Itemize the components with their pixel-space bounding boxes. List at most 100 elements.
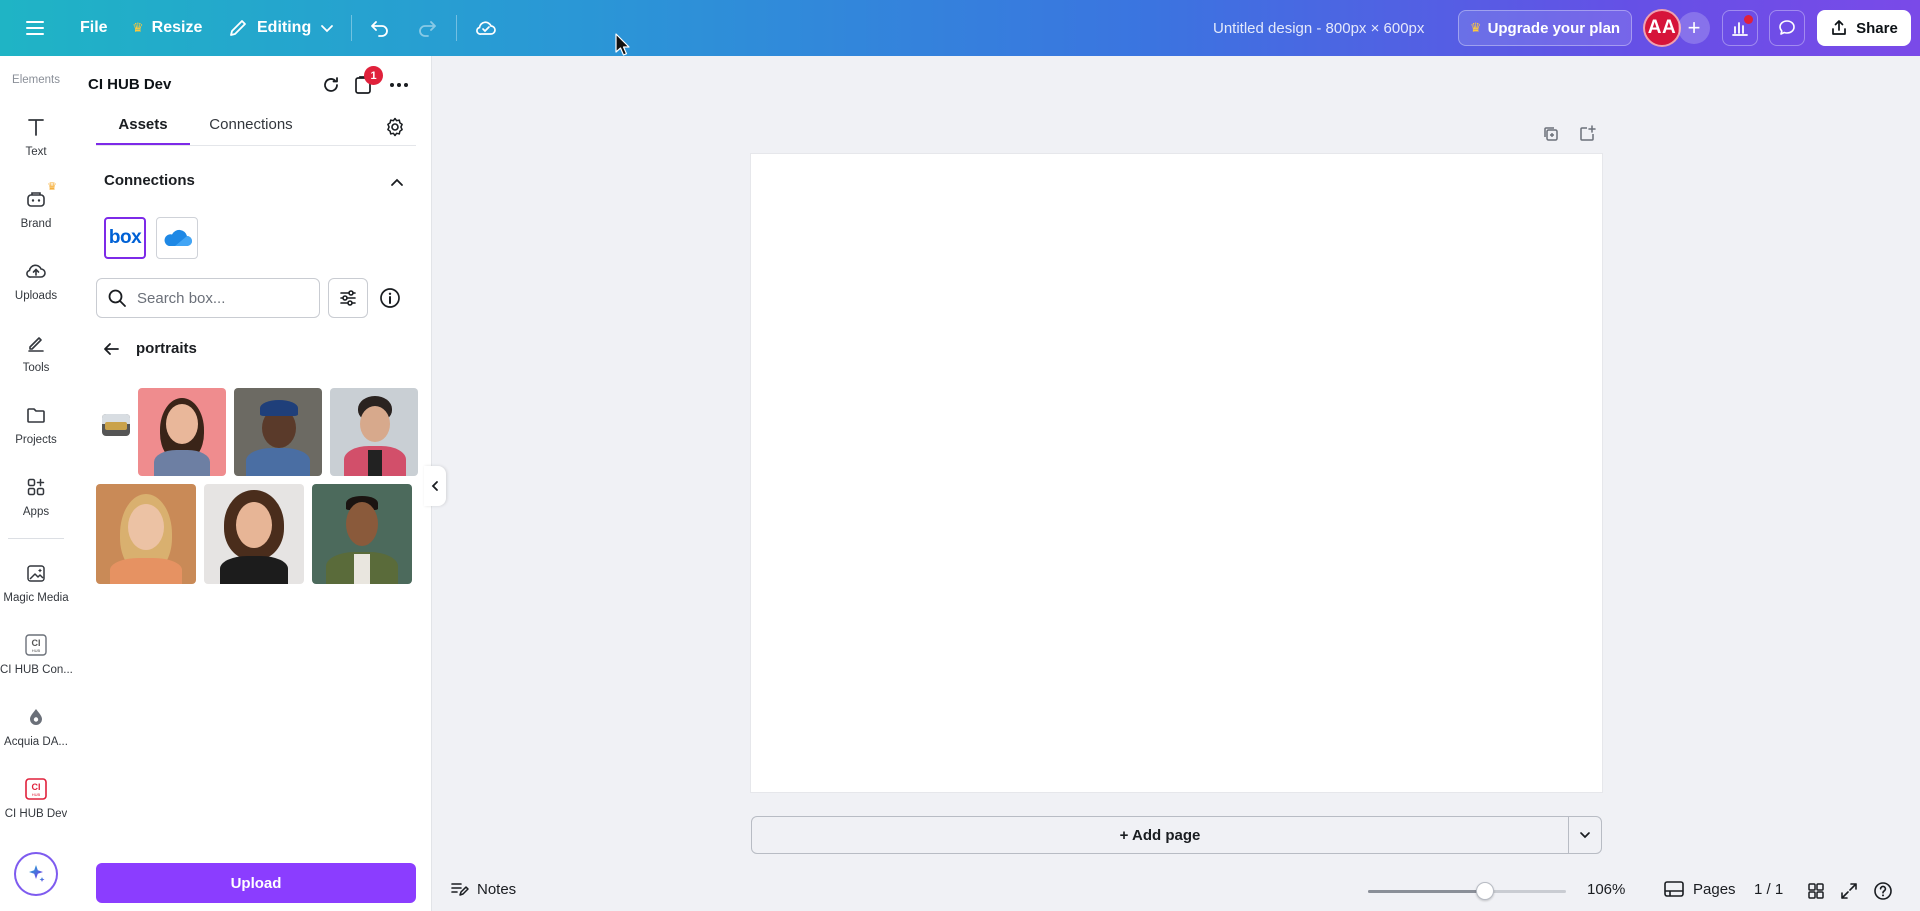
more-horizontal-icon (390, 83, 408, 87)
chevron-down-icon (1580, 832, 1590, 839)
design-page-canvas[interactable] (751, 154, 1602, 792)
expand-icon (1841, 883, 1857, 899)
filter-button[interactable] (328, 278, 368, 318)
collapse-connections-button[interactable] (386, 172, 408, 194)
pages-button[interactable]: Pages (1663, 879, 1736, 899)
redo-icon (419, 21, 436, 37)
asset-thumbnail-portrait-5[interactable] (204, 484, 304, 584)
settings-button[interactable] (382, 114, 408, 140)
undo-button[interactable] (369, 0, 391, 56)
redo-button[interactable] (416, 0, 438, 56)
portrait-shirt (154, 450, 210, 476)
search-input[interactable] (137, 289, 307, 307)
rail-item-brand[interactable]: ♛ Brand (0, 181, 72, 230)
rail-item-projects[interactable]: Projects (0, 402, 72, 446)
rail-item-magic-media[interactable]: Magic Media (0, 560, 72, 604)
comments-button[interactable] (1769, 10, 1805, 46)
rail-item-label: Projects (15, 434, 57, 446)
asset-thumbnail-portrait-3[interactable] (330, 388, 418, 476)
sparkle-icon (29, 865, 45, 882)
save-status-button[interactable] (474, 0, 498, 56)
duplicate-icon (1544, 127, 1558, 141)
asset-thumbnail-street[interactable] (102, 414, 130, 436)
document-title[interactable]: Untitled design - 800px × 600px (1213, 0, 1424, 56)
rail-item-tools[interactable]: Tools (0, 330, 72, 374)
onedrive-connection-button[interactable] (156, 217, 198, 259)
refresh-button[interactable] (318, 72, 344, 98)
user-avatar[interactable]: AA (1643, 9, 1681, 47)
file-menu-button[interactable]: File (80, 0, 108, 56)
plus-icon: + (1687, 15, 1701, 40)
toolbar-divider (351, 15, 352, 41)
editing-mode-dropdown[interactable]: Editing (227, 0, 335, 56)
add-page-after-button[interactable] (1577, 124, 1597, 144)
add-page-icon (1580, 125, 1596, 141)
main-menu-button[interactable] (24, 0, 46, 56)
zoom-percentage[interactable]: 106% (1587, 881, 1625, 898)
undo-icon (371, 21, 388, 37)
zoom-slider-fill (1368, 890, 1485, 893)
rail-item-elements[interactable]: Elements (0, 74, 72, 86)
help-icon (1874, 882, 1892, 900)
canva-assistant-button[interactable] (14, 852, 58, 896)
upload-button[interactable]: Upload (96, 863, 416, 903)
zoom-slider-handle[interactable] (1475, 882, 1494, 900)
portrait-shirt (246, 448, 310, 476)
collapse-panel-button[interactable] (424, 466, 446, 506)
box-connection-button[interactable]: box (104, 217, 146, 259)
portrait-face (360, 406, 390, 442)
rail-item-acquia-dam[interactable]: Acquia DA... (0, 704, 72, 748)
refresh-icon (324, 77, 338, 92)
portrait-face (128, 504, 164, 550)
asset-thumbnail-portrait-2[interactable] (234, 388, 322, 476)
rail-item-apps[interactable]: Apps (0, 474, 72, 518)
insights-button[interactable] (1722, 10, 1758, 46)
zoom-slider[interactable] (1368, 890, 1566, 893)
svg-text:HUB: HUB (32, 648, 41, 653)
top-toolbar: File ♛ Resize Editing Untitled design - … (0, 0, 1920, 56)
rail-item-uploads[interactable]: Uploads (0, 258, 72, 302)
help-button[interactable] (1872, 880, 1894, 902)
ci-hub-icon: CI HUB (23, 632, 49, 658)
ci-hub-red-icon: CI HUB (23, 776, 49, 802)
pages-icon (1664, 881, 1684, 897)
asset-thumbnail-portrait-6[interactable] (312, 484, 412, 584)
svg-text:HUB: HUB (32, 792, 41, 797)
file-menu-label: File (80, 19, 108, 36)
notes-button[interactable]: Notes (449, 879, 516, 899)
pages-label: Pages (1693, 880, 1736, 898)
add-page-button[interactable]: + Add page (751, 816, 1569, 854)
svg-text:CI: CI (32, 782, 41, 792)
more-options-button[interactable] (386, 72, 412, 98)
rail-item-text[interactable]: Text (0, 114, 72, 158)
info-button[interactable] (376, 284, 404, 312)
portrait-shirt (220, 556, 288, 584)
crown-icon: ♛ (132, 20, 144, 35)
rail-item-label: Magic Media (3, 592, 69, 604)
tab-connections[interactable]: Connections (194, 116, 308, 146)
rail-item-label: CI HUB Dev (4, 808, 68, 820)
crown-icon: ♛ (1469, 20, 1482, 35)
add-page-options-button[interactable] (1568, 816, 1602, 854)
invite-people-button[interactable]: + (1678, 12, 1710, 44)
rail-divider (8, 538, 64, 539)
share-button[interactable]: Share (1817, 10, 1911, 46)
share-label: Share (1856, 19, 1898, 37)
resize-button[interactable]: ♛ Resize (132, 0, 202, 56)
sliders-icon (340, 290, 356, 306)
upgrade-plan-button[interactable]: ♛ Upgrade your plan (1458, 10, 1632, 46)
back-button[interactable] (100, 338, 122, 360)
duplicate-page-button[interactable] (1541, 124, 1561, 144)
tab-assets[interactable]: Assets (96, 116, 190, 146)
document-title-text: Untitled design - 800px × 600px (1213, 19, 1425, 37)
rail-item-ci-hub-connector[interactable]: CI HUB CI HUB Con... (0, 632, 72, 676)
rail-item-ci-hub-dev[interactable]: CI HUB CI HUB Dev (0, 776, 72, 820)
fullscreen-button[interactable] (1838, 880, 1860, 902)
rail-item-label: CI HUB Con... (0, 664, 72, 676)
asset-thumbnail-portrait-1[interactable] (138, 388, 226, 476)
toolbar-divider (456, 15, 457, 41)
upgrade-plan-label: Upgrade your plan (1487, 19, 1621, 37)
apps-grid-icon (23, 474, 49, 500)
grid-view-button[interactable] (1805, 880, 1827, 902)
asset-thumbnail-portrait-4[interactable] (96, 484, 196, 584)
